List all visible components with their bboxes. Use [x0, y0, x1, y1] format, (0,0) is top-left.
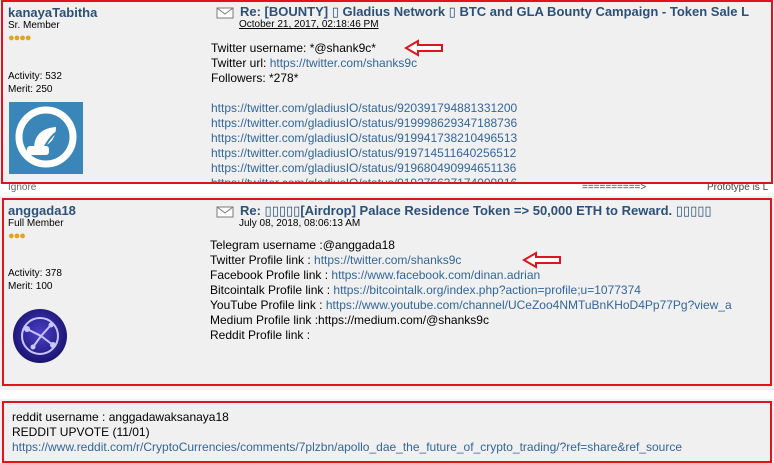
- body-line: Facebook Profile link : https://www.face…: [210, 268, 541, 282]
- body-line: Twitter url: https://twitter.com/shanks9…: [211, 56, 418, 70]
- merit-count: Merit: 250: [8, 84, 53, 95]
- facebook-profile-link[interactable]: https://www.facebook.com/dinan.adrian: [331, 268, 540, 282]
- post-1: kanayaTabitha Sr. Member ●●●● Activity: …: [0, 0, 774, 186]
- body-line: Bitcointalk Profile link : https://bitco…: [210, 283, 641, 297]
- post-2: anggada18 Full Member ●●● Activity: 378 …: [0, 196, 774, 390]
- post-subject[interactable]: Re: ▯▯▯▯▯[Airdrop] Palace Residence Toke…: [216, 203, 712, 219]
- status-link[interactable]: https://twitter.com/gladiusIO/status/920…: [211, 101, 517, 115]
- status-link[interactable]: https://twitter.com/gladiusIO/status/919…: [211, 131, 517, 145]
- post-3: reddit username : anggadawaksanaya18 RED…: [0, 399, 774, 463]
- poster-info: kanayaTabitha Sr. Member ●●●● Activity: …: [8, 5, 198, 96]
- rank-stars: ●●●●: [8, 32, 32, 44]
- body-line: https://twitter.com/gladiusIO/status/919…: [211, 131, 517, 146]
- message-icon: [216, 7, 236, 19]
- poster-info: anggada18 Full Member ●●● Activity: 378 …: [8, 203, 198, 293]
- body-line: https://twitter.com/gladiusIO/status/919…: [211, 161, 517, 176]
- twitter-profile-link[interactable]: https://twitter.com/shanks9c: [314, 253, 461, 267]
- status-link[interactable]: https://twitter.com/gladiusIO/status/919…: [211, 161, 516, 175]
- body-line: https://twitter.com/gladiusIO/status/919…: [211, 146, 517, 161]
- user-rank: Sr. Member: [8, 20, 60, 31]
- body-line: YouTube Profile link : https://www.youtu…: [210, 298, 732, 312]
- network-logo-icon: [13, 309, 67, 363]
- post-subject-text: Re: ▯▯▯▯▯[Airdrop] Palace Residence Toke…: [240, 203, 712, 218]
- post-date: October 21, 2017, 02:18:46 PM: [239, 19, 379, 30]
- body-line: https://twitter.com/gladiusIO/status/920…: [211, 101, 517, 116]
- post-footer-strip: Ignore ==========> Prototype is L: [0, 182, 774, 196]
- post-body: reddit username : anggadawaksanaya18 RED…: [12, 410, 682, 455]
- avatar: [9, 102, 83, 174]
- body-line: Twitter username: *@shank9c*: [211, 41, 376, 55]
- merit-count: Merit: 100: [8, 281, 53, 292]
- username-link[interactable]: anggada18: [8, 203, 198, 218]
- red-arrow-icon: [522, 251, 561, 269]
- signature-text: Prototype is L: [707, 182, 769, 193]
- user-rank: Full Member: [8, 218, 64, 229]
- post-subject-text: Re: [BOUNTY] ▯ Gladius Network ▯ BTC and…: [240, 4, 750, 19]
- body-line: Twitter Profile link : https://twitter.c…: [210, 253, 462, 267]
- body-line: Reddit Profile link :: [210, 328, 311, 342]
- ignore-link[interactable]: Ignore: [8, 182, 36, 193]
- reddit-link[interactable]: https://www.reddit.com/r/CryptoCurrencie…: [12, 440, 682, 454]
- youtube-profile-link[interactable]: https://www.youtube.com/channel/UCeZoo4N…: [326, 298, 732, 312]
- body-line: Followers: *278*: [211, 71, 299, 85]
- body-line-blank: [211, 86, 517, 101]
- bitcointalk-profile-link[interactable]: https://bitcointalk.org/index.php?action…: [333, 283, 641, 297]
- body-line: Telegram username :@anggada18: [210, 238, 395, 252]
- body-line: https://www.reddit.com/r/CryptoCurrencie…: [12, 440, 682, 455]
- leaf-logo-icon: [15, 106, 77, 168]
- body-line: Medium Profile link :https://medium.com/…: [210, 313, 489, 327]
- activity-count: Activity: 378: [8, 268, 62, 279]
- username-link[interactable]: kanayaTabitha: [8, 5, 198, 20]
- rank-stars: ●●●: [8, 230, 26, 242]
- post-date: July 08, 2018, 08:06:13 AM: [239, 218, 361, 229]
- red-arrow-icon: [404, 39, 443, 57]
- status-link[interactable]: https://twitter.com/gladiusIO/status/919…: [211, 146, 516, 160]
- body-line: reddit username : anggadawaksanaya18: [12, 410, 229, 424]
- body-line: REDDIT UPVOTE (11/01): [12, 425, 150, 439]
- activity-count: Activity: 532: [8, 71, 62, 82]
- message-icon: [216, 206, 236, 218]
- post-body: Twitter username: *@shank9c* Twitter url…: [211, 41, 517, 186]
- post-subject[interactable]: Re: [BOUNTY] ▯ Gladius Network ▯ BTC and…: [216, 4, 749, 20]
- status-link[interactable]: https://twitter.com/gladiusIO/status/919…: [211, 116, 517, 130]
- post-body: Telegram username :@anggada18 Twitter Pr…: [210, 238, 732, 343]
- avatar: [11, 307, 69, 365]
- twitter-url-link[interactable]: https://twitter.com/shanks9c: [270, 56, 417, 70]
- signature-arrow-text: ==========>: [582, 182, 647, 193]
- body-line: https://twitter.com/gladiusIO/status/919…: [211, 116, 517, 131]
